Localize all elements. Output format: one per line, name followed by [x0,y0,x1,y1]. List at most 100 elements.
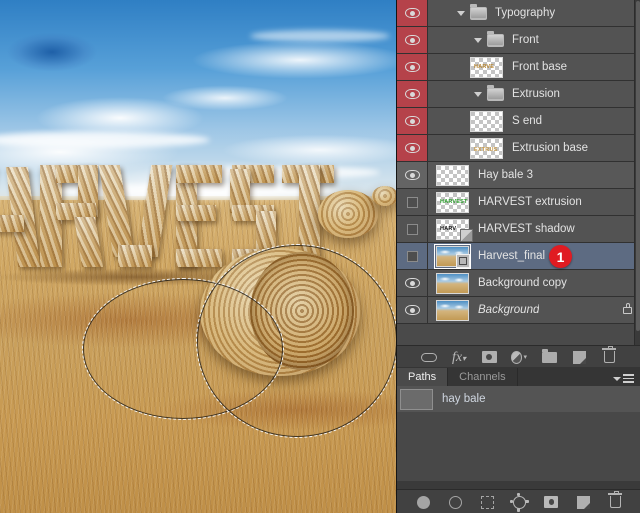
layer-row-background-copy[interactable]: Background copy [397,270,640,297]
visibility-toggle[interactable] [397,135,428,161]
new-layer-icon[interactable] [571,350,587,365]
layer-thumbnail[interactable]: HARVE [470,56,503,78]
path-name: hay bale [442,393,486,405]
layer-name: Extrusion base [512,142,589,154]
chevron-down-icon[interactable] [457,10,465,16]
visibility-toggle[interactable] [397,216,428,242]
chevron-down-icon[interactable] [474,37,482,43]
right-dock-panel: Typography Front HARVE Front base Extrus… [396,0,640,513]
trash-icon[interactable] [601,345,617,365]
hay-bale-distant [318,190,378,238]
eye-icon [404,89,420,99]
layer-thumbnail[interactable] [436,164,469,186]
layer-row-extrusion-base[interactable]: EXTRUS Extrusion base [397,135,640,162]
selection-to-path-icon[interactable] [509,492,529,512]
visibility-toggle[interactable] [397,243,428,269]
eye-icon [404,170,420,180]
visibility-off-icon [406,250,418,262]
layers-bottom-toolbar[interactable]: fx▾ ▾ [397,345,640,368]
layer-row-harvest-extrusion[interactable]: HARVEST HARVEST extrusion [397,189,640,216]
smart-object-icon [456,253,470,268]
layer-row-typography[interactable]: Typography [397,0,640,27]
layer-thumbnail[interactable]: HARVEST [436,191,469,213]
photoshop-screenshot: Typography Front HARVE Front base Extrus… [0,0,640,513]
paths-empty-area [397,412,640,481]
layer-thumbnail[interactable] [470,110,503,132]
eye-icon [404,143,420,153]
folder-icon [487,84,504,101]
thumbnail-text: EXTRUS [474,146,498,153]
visibility-toggle[interactable] [397,27,428,53]
layer-row-harvest-shadow[interactable]: HARV HARVEST shadow [397,216,640,243]
layer-row-front[interactable]: Front [397,27,640,54]
image-canvas[interactable] [0,0,396,513]
layer-thumbnail[interactable]: EXTRUS [470,137,503,159]
layer-name: HARVEST shadow [478,223,575,235]
visibility-toggle[interactable] [397,108,428,134]
link-icon[interactable] [421,350,437,365]
mask-icon[interactable] [481,350,497,365]
layer-name: HARVEST extrusion [478,196,582,208]
layer-name: Harvest_final [478,250,546,262]
eye-icon [404,278,420,288]
path-thumbnail[interactable] [400,388,433,410]
layer-name: S end [512,115,543,127]
thumbnail-text: HARVE [474,63,495,70]
panel-menu-icon[interactable] [613,374,634,386]
layers-panel-list[interactable]: Typography Front HARVE Front base Extrus… [397,0,640,345]
path-mask-icon[interactable] [544,495,559,510]
fill-path-icon[interactable] [416,495,431,510]
cloud-streak [250,30,390,42]
paths-panel-list[interactable]: hay bale [397,386,640,481]
path-to-selection-icon[interactable] [480,495,495,510]
layer-name: Typography [495,7,556,19]
layer-name: Extrusion [512,88,560,100]
thumbnail-text: HARVEST [440,198,468,205]
visibility-toggle[interactable] [397,0,428,26]
layer-thumbnail[interactable]: HARV [436,218,473,242]
eye-icon [404,35,420,45]
layer-row-background[interactable]: Background [397,297,640,324]
trash-icon[interactable] [608,490,623,510]
layer-thumbnail[interactable] [434,243,471,269]
hay-bale-far [372,186,396,206]
visibility-toggle[interactable] [397,81,428,107]
chevron-down-icon[interactable] [474,91,482,97]
layer-name: Background copy [478,277,567,289]
adjustment-icon[interactable]: ▾ [511,350,527,365]
tab-paths[interactable]: Paths [397,368,449,386]
new-path-icon[interactable] [576,495,591,510]
path-row-hay-bale[interactable]: hay bale [397,386,640,413]
paths-bottom-toolbar[interactable] [397,489,640,513]
lock-indicator [623,303,632,314]
tab-channels[interactable]: Channels [448,368,518,386]
layer-name: Front base [512,61,567,73]
layer-row-extrusion-group[interactable]: Extrusion [397,81,640,108]
visibility-toggle[interactable] [397,297,428,323]
visibility-off-icon [406,196,418,208]
visibility-toggle[interactable] [397,189,428,215]
visibility-toggle[interactable] [397,162,428,188]
panel-tab-bar[interactable]: Paths Channels [397,367,640,387]
visibility-toggle[interactable] [397,270,428,296]
layer-name: Front [512,34,539,46]
visibility-toggle[interactable] [397,54,428,80]
layer-thumbnail[interactable] [436,299,469,321]
3d-cube-icon [460,228,473,242]
layer-row-hay-bale-3[interactable]: Hay bale 3 [397,162,640,189]
folder-icon [470,3,487,20]
stroke-path-icon[interactable] [448,495,463,510]
folder-icon[interactable] [541,348,557,365]
layer-row-harvest-final[interactable]: Harvest_final 1 [397,243,640,270]
selection-marching-ants-large [196,244,396,438]
lock-icon [623,303,632,314]
layer-row-s-end[interactable]: S end [397,108,640,135]
layers-scrollbar[interactable] [634,0,640,345]
eye-icon [404,8,420,18]
layer-thumbnail[interactable] [436,272,469,294]
layers-scrollbar-thumb[interactable] [636,1,640,331]
callout-badge-1: 1 [549,245,572,268]
fx-icon[interactable]: fx▾ [451,350,467,365]
visibility-off-icon [406,223,418,235]
layer-row-front-base[interactable]: HARVE Front base [397,54,640,81]
